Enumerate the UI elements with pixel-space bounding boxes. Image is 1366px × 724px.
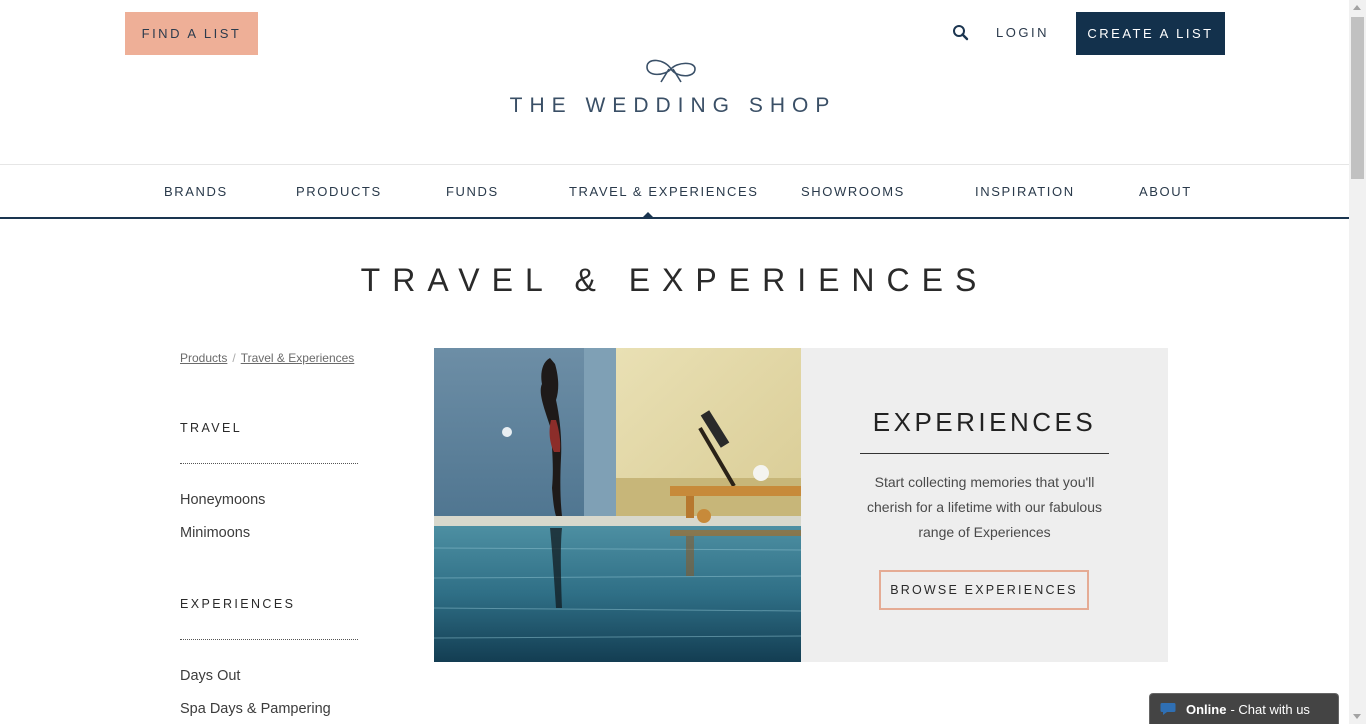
chat-label: - Chat with us <box>1230 701 1310 717</box>
sidebar-link-spa-days[interactable]: Spa Days & Pampering <box>180 701 331 717</box>
site-header: FIND A LIST LOGIN CREATE A LIST THE WEDD… <box>0 0 1349 164</box>
site-logo[interactable]: THE WEDDING SHOP <box>500 50 846 130</box>
speech-bubble-icon <box>1160 703 1176 715</box>
bow-infinity-icon <box>646 59 696 83</box>
find-a-list-button[interactable]: FIND A LIST <box>125 12 258 55</box>
nav-item-about[interactable]: ABOUT <box>1139 184 1192 199</box>
create-a-list-button[interactable]: CREATE A LIST <box>1076 12 1225 55</box>
scroll-down-arrow-icon[interactable] <box>1353 714 1361 719</box>
nav-item-funds[interactable]: FUNDS <box>446 184 499 199</box>
panel-title: EXPERIENCES <box>872 407 1097 437</box>
search-icon[interactable] <box>952 24 970 42</box>
sidebar-link-days-out[interactable]: Days Out <box>180 668 240 684</box>
sidebar-heading-experiences: EXPERIENCES <box>180 597 296 611</box>
panel-description: Start collecting memories that you'll ch… <box>867 474 1102 540</box>
experiences-panel: EXPERIENCES Start collecting memories th… <box>801 348 1168 662</box>
breadcrumb-separator: / <box>232 351 236 365</box>
login-link[interactable]: LOGIN <box>996 25 1049 40</box>
nav-item-brands[interactable]: BRANDS <box>164 184 228 199</box>
main-nav: BRANDS PRODUCTS FUNDS TRAVEL & EXPERIENC… <box>0 164 1349 219</box>
nav-item-showrooms[interactable]: SHOWROOMS <box>801 184 905 199</box>
sidebar-link-minimoons[interactable]: Minimoons <box>180 525 250 541</box>
sidebar-divider <box>180 463 358 464</box>
chat-status: Online <box>1186 701 1227 717</box>
scroll-up-arrow-icon[interactable] <box>1353 5 1361 10</box>
sidebar-link-honeymoons[interactable]: Honeymoons <box>180 492 265 508</box>
scroll-thumb[interactable] <box>1351 17 1364 179</box>
breadcrumb: Products / Travel & Experiences <box>180 351 354 365</box>
sidebar-divider <box>180 639 358 640</box>
browse-experiences-button[interactable]: BROWSE EXPERIENCES <box>879 570 1089 610</box>
panel-divider <box>860 453 1109 454</box>
nav-item-travel-experiences[interactable]: TRAVEL & EXPERIENCES <box>569 184 759 199</box>
breadcrumb-travel-experiences[interactable]: Travel & Experiences <box>241 351 355 365</box>
nav-item-inspiration[interactable]: INSPIRATION <box>975 184 1075 199</box>
page-scrollbar[interactable] <box>1349 0 1366 724</box>
breadcrumb-products[interactable]: Products <box>180 351 227 365</box>
active-nav-indicator <box>641 212 655 219</box>
nav-item-products[interactable]: PRODUCTS <box>296 184 382 199</box>
page-title: TRAVEL & EXPERIENCES <box>360 262 989 298</box>
live-chat-widget[interactable]: Online - Chat with us <box>1149 693 1339 724</box>
logo-wordmark: THE WEDDING SHOP <box>509 94 837 117</box>
sidebar-heading-travel: TRAVEL <box>180 421 243 435</box>
experiences-feature-image[interactable] <box>434 348 801 662</box>
